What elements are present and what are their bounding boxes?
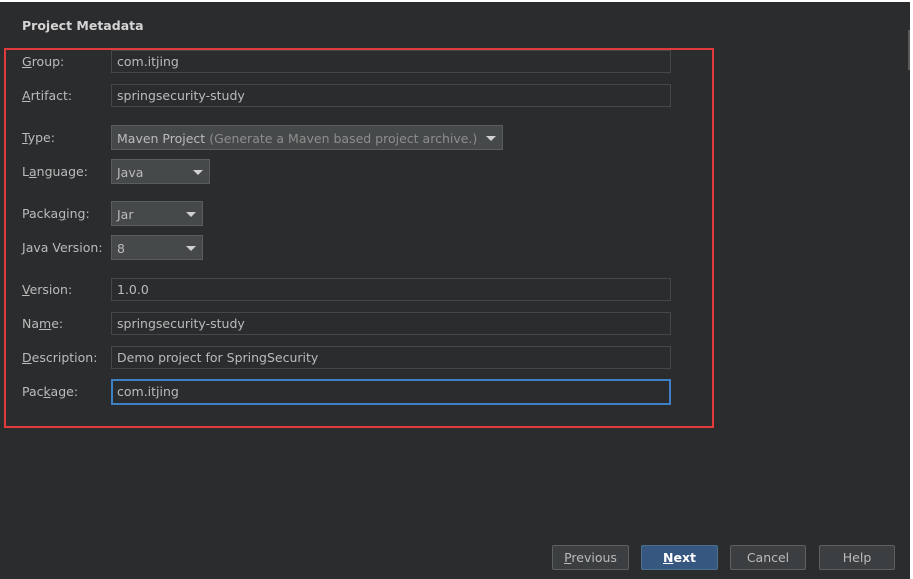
next-button[interactable]: Next (641, 545, 718, 570)
name-field[interactable]: springsecurity-study (111, 312, 671, 335)
type-label: Type: (22, 130, 55, 145)
type-select-hint: (Generate a Maven based project archive.… (209, 131, 478, 146)
group-field[interactable]: com.itjing (111, 50, 671, 73)
artifact-label: Artifact: (22, 88, 73, 103)
package-label: Package: (22, 384, 79, 399)
previous-button[interactable]: Previous (552, 545, 629, 570)
chevron-down-icon (193, 170, 203, 175)
artifact-field[interactable]: springsecurity-study (111, 84, 671, 107)
language-select-value: Java (117, 165, 144, 180)
version-field[interactable]: 1.0.0 (111, 278, 671, 301)
description-label: Description: (22, 350, 98, 365)
java-version-label: Java Version: (22, 240, 103, 255)
packaging-label: Packaging: (22, 206, 90, 221)
page-title: Project Metadata (22, 18, 144, 33)
type-select[interactable]: Maven Project (Generate a Maven based pr… (111, 125, 503, 150)
window-top-edge (0, 0, 913, 2)
chevron-down-icon (186, 246, 196, 251)
description-field[interactable]: Demo project for SpringSecurity (111, 346, 671, 369)
cancel-button[interactable]: Cancel (730, 545, 806, 570)
group-label: Group: (22, 54, 65, 69)
version-label: Version: (22, 282, 73, 297)
chevron-down-icon (186, 212, 196, 217)
chevron-down-icon (486, 136, 496, 141)
type-select-value: Maven Project (117, 131, 206, 146)
language-label: Language: (22, 164, 88, 179)
java-version-select-value: 8 (117, 241, 125, 256)
language-select[interactable]: Java (111, 159, 210, 184)
help-button[interactable]: Help (819, 545, 895, 570)
package-field[interactable]: com.itjing (111, 379, 671, 405)
name-label: Name: (22, 316, 64, 331)
java-version-select[interactable]: 8 (111, 235, 203, 260)
packaging-select-value: Jar (117, 207, 134, 222)
scroll-indicator (908, 30, 910, 70)
packaging-select[interactable]: Jar (111, 201, 203, 226)
